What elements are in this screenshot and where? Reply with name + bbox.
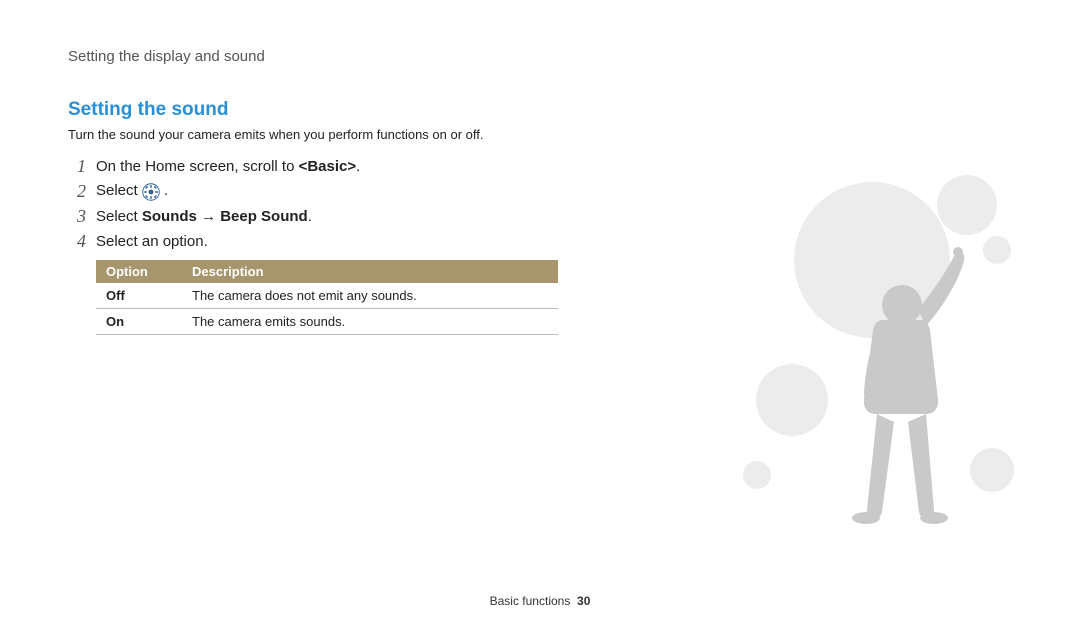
step-text: Select an option. xyxy=(96,233,208,250)
breadcrumb: Setting the display and sound xyxy=(68,48,1012,65)
step-text: On the Home screen, scroll to <Basic>. xyxy=(96,158,360,175)
option-cell: On xyxy=(96,309,182,335)
settings-gear-icon xyxy=(142,183,160,201)
step-number: 2 xyxy=(68,181,86,202)
step-item: 1 On the Home screen, scroll to <Basic>. xyxy=(68,156,1012,177)
table-row: On The camera emits sounds. xyxy=(96,309,558,335)
page-footer: Basic functions 30 xyxy=(0,594,1080,608)
step-item: 2 Select xyxy=(68,181,1012,202)
section-description: Turn the sound your camera emits when yo… xyxy=(68,127,1012,142)
page-number: 30 xyxy=(577,594,590,608)
description-cell: The camera does not emit any sounds. xyxy=(182,283,558,309)
step-number: 3 xyxy=(68,206,86,227)
step-list: 1 On the Home screen, scroll to <Basic>.… xyxy=(68,156,1012,252)
section-title: Setting the sound xyxy=(68,99,1012,121)
table-row: Off The camera does not emit any sounds. xyxy=(96,283,558,309)
description-cell: The camera emits sounds. xyxy=(182,309,558,335)
step-item: 3 Select Sounds → Beep Sound. xyxy=(68,206,1012,227)
step-number: 4 xyxy=(68,231,86,252)
step-text: Select Sounds → Beep Sound. xyxy=(96,208,312,225)
option-cell: Off xyxy=(96,283,182,309)
child-silhouette-icon xyxy=(852,247,964,524)
step-number: 1 xyxy=(68,156,86,177)
table-head-description: Description xyxy=(182,260,558,283)
manual-page: Setting the display and sound Setting th… xyxy=(0,0,1080,630)
step-text: Select xyxy=(96,182,168,200)
table-head-option: Option xyxy=(96,260,182,283)
options-table: Option Description Off The camera does n… xyxy=(96,260,558,335)
footer-section-label: Basic functions xyxy=(490,594,571,608)
step-item: 4 Select an option. xyxy=(68,231,1012,252)
